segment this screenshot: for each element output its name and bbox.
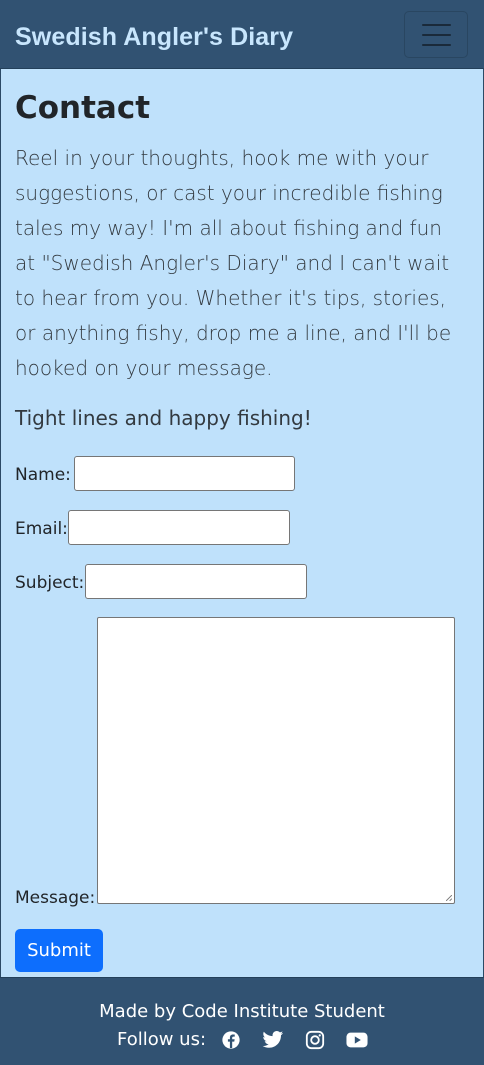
subject-field[interactable] (85, 564, 307, 599)
resize-handle-icon[interactable] (446, 895, 452, 901)
page-title: Contact (15, 90, 151, 126)
youtube-icon[interactable] (346, 1030, 368, 1050)
subject-label: Subject: (15, 573, 85, 593)
hamburger-icon (422, 24, 451, 26)
footer-credit: Made by Code Institute Student (99, 1001, 385, 1022)
facebook-icon[interactable] (220, 1030, 242, 1050)
menu-toggle-button[interactable] (404, 11, 468, 58)
contact-intro: Reel in your thoughts, hook me with your… (15, 146, 452, 380)
submit-button[interactable]: Submit (15, 929, 103, 972)
message-label: Message: (15, 888, 96, 908)
closing-line: Tight lines and happy fishing! (15, 406, 312, 430)
site-brand[interactable]: Swedish Angler's Diary (15, 22, 293, 52)
email-label: Email: (15, 519, 68, 539)
name-label: Name: (15, 465, 71, 485)
name-field[interactable] (74, 456, 295, 491)
footer: Made by Code Institute Student Follow us… (0, 977, 484, 1065)
navbar: Swedish Angler's Diary (0, 0, 484, 69)
main-content: Contact Reel in your thoughts, hook me w… (15, 88, 455, 433)
hamburger-icon-bar-2 (422, 34, 451, 36)
follow-label: Follow us: (117, 1029, 207, 1050)
hamburger-icon-bar-3 (422, 44, 451, 46)
message-textarea[interactable] (97, 617, 455, 904)
twitter-icon[interactable] (262, 1030, 284, 1050)
email-field[interactable] (68, 510, 290, 545)
instagram-icon[interactable] (304, 1030, 326, 1050)
